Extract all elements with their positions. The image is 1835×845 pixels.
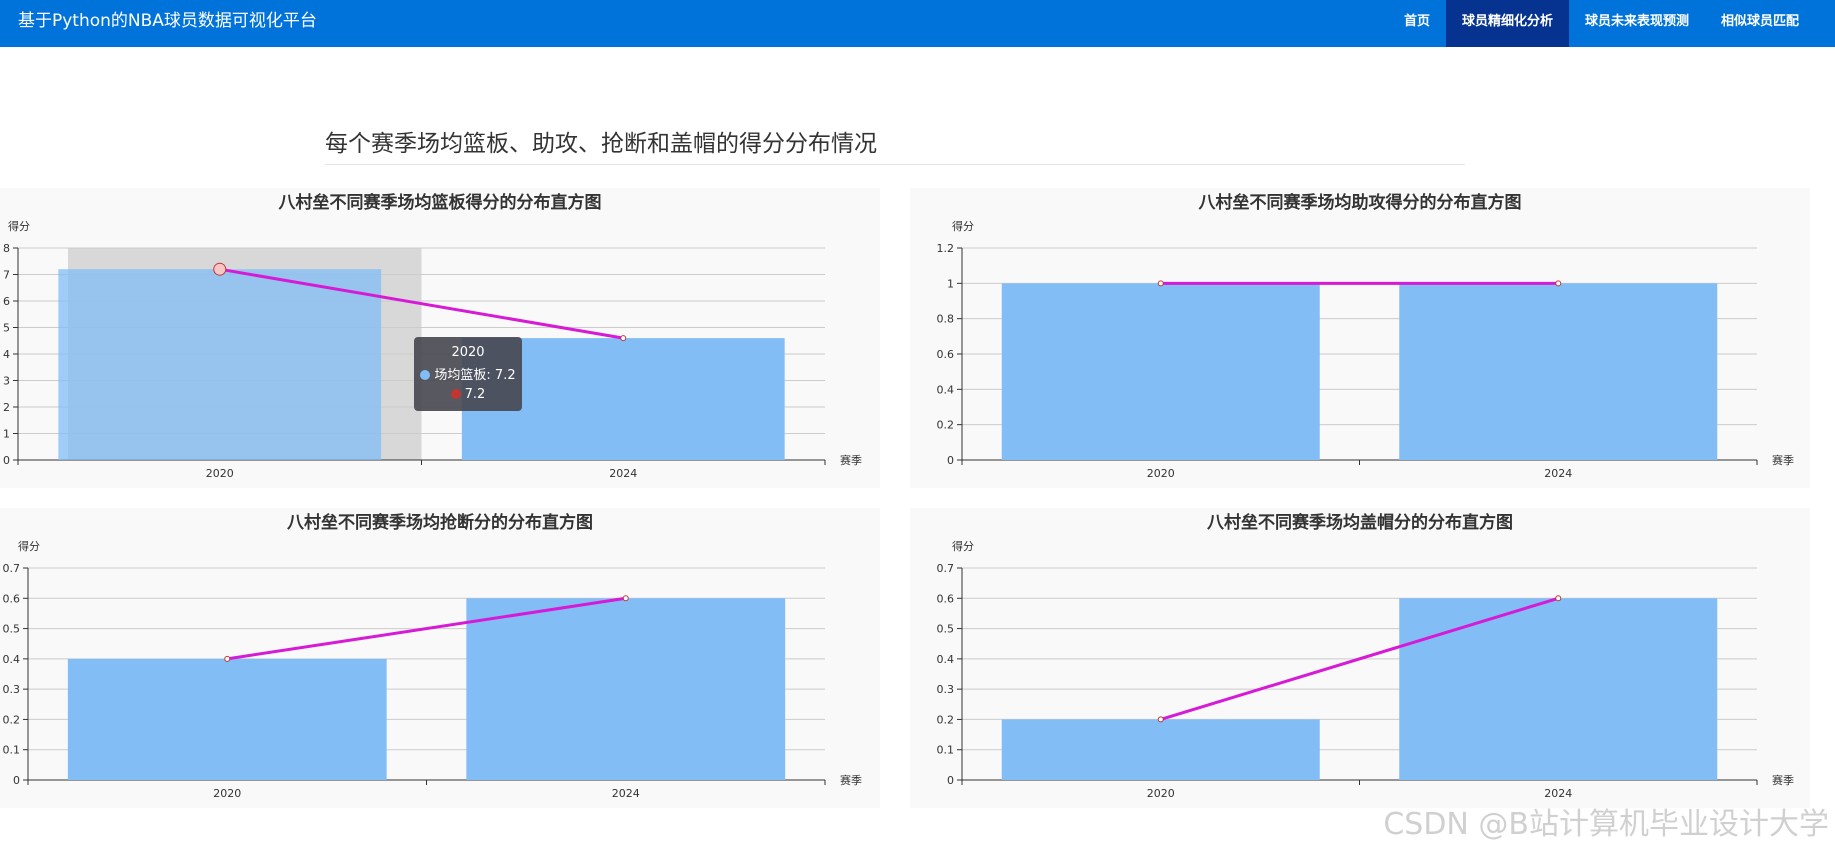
- x-tick-label: 2024: [1544, 467, 1572, 480]
- x-tick-label: 2020: [1147, 467, 1175, 480]
- y-tick-label: 0.3: [3, 683, 21, 696]
- y-tick-label: 0.6: [937, 592, 955, 605]
- tooltip-title: 2020: [451, 345, 485, 360]
- bar: [1399, 283, 1718, 460]
- y-tick-label: 0.4: [937, 383, 955, 396]
- y-tick-label: 7: [3, 269, 10, 282]
- chart-title: 八村垒不同赛季场均助攻得分的分布直方图: [1199, 192, 1522, 213]
- nav-player-analysis[interactable]: 球员精细化分析: [1445, 0, 1569, 47]
- bar: [67, 658, 387, 780]
- y-tick-label: 0.2: [937, 713, 955, 726]
- y-tick-label: 0.7: [937, 562, 955, 575]
- y-tick-label: 0: [947, 454, 954, 467]
- y-tick-label: 3: [3, 375, 10, 388]
- chart-svg: 八村垒不同赛季场均盖帽分的分布直方图得分 0 0.1 0.2 0.3 0.4 0.5 0.6 0…: [937, 512, 1795, 800]
- chart-title: 八村垒不同赛季场均盖帽分的分布直方图: [1207, 512, 1513, 533]
- steals-chart-panel: 八村垒不同赛季场均抢断分的分布直方图得分 0 0.1 0.2 0.3 0.4 0.5 0.6 0…: [0, 508, 880, 808]
- line-point: [213, 262, 227, 276]
- line-point: [224, 655, 231, 662]
- watermark: CSDN @B站计算机毕业设计大学: [1383, 807, 1829, 842]
- y-axis-label: 得分: [8, 220, 30, 233]
- y-tick-label: 0.6: [937, 348, 955, 361]
- y-tick-label: 0: [13, 774, 20, 787]
- y-tick-label: 8: [3, 242, 10, 255]
- y-tick-label: 0.4: [937, 653, 955, 666]
- y-tick-label: 0.5: [3, 623, 21, 636]
- x-axis-label: 赛季: [840, 773, 862, 787]
- line-point: [1555, 595, 1562, 602]
- y-tick-label: 5: [3, 322, 10, 335]
- line-point: [1157, 280, 1164, 287]
- nav-player-prediction[interactable]: 球员未来表现预测: [1569, 0, 1705, 47]
- y-tick-label: 0: [947, 774, 954, 787]
- blocks-chart-panel: 八村垒不同赛季场均盖帽分的分布直方图得分 0 0.1 0.2 0.3 0.4 0.5 0.6 0…: [910, 508, 1810, 808]
- line-point: [1555, 280, 1562, 287]
- bar: [1001, 283, 1320, 460]
- tooltip-pin-value: 7.2: [464, 387, 486, 402]
- y-axis-label: 得分: [952, 540, 974, 553]
- x-tick-label: 2020: [1147, 787, 1175, 800]
- y-tick-label: 0.7: [3, 562, 21, 575]
- y-tick-label: 0.4: [3, 653, 21, 666]
- y-tick-label: 0.5: [937, 623, 955, 636]
- y-tick-label: 0.2: [3, 713, 21, 726]
- chart-title: 八村垒不同赛季场均抢断分的分布直方图: [287, 512, 593, 533]
- y-tick-label: 4: [3, 348, 10, 361]
- x-axis-label: 赛季: [1772, 773, 1794, 787]
- y-tick-label: 2: [3, 401, 10, 414]
- y-tick-label: 0.2: [937, 419, 955, 432]
- chart-svg: 八村垒不同赛季场均抢断分的分布直方图得分 0 0.1 0.2 0.3 0.4 0.5 0.6 0…: [3, 512, 863, 800]
- x-tick-label: 2020: [213, 787, 241, 800]
- section-title: 每个赛季场均篮板、助攻、抢断和盖帽的得分分布情况: [325, 124, 1465, 165]
- tooltip-series-value: 场均篮板: 7.2: [434, 368, 516, 383]
- x-tick-label: 2020: [206, 467, 234, 480]
- chart-title: 八村垒不同赛季场均篮板得分的分布直方图: [279, 192, 602, 213]
- bar: [1001, 719, 1320, 780]
- y-tick-label: 6: [3, 295, 10, 308]
- app-title[interactable]: 基于Python的NBA球员数据可视化平台: [18, 0, 317, 47]
- line-point: [622, 595, 629, 602]
- y-tick-label: 1.2: [937, 242, 955, 255]
- top-navbar: 基于Python的NBA球员数据可视化平台 首页 球员精细化分析 球员未来表现预…: [0, 0, 1835, 47]
- y-tick-label: 1: [3, 428, 10, 441]
- pin-icon: [450, 389, 461, 399]
- chart-tooltip: 2020 场均篮板: 7.2 7.2: [414, 337, 522, 411]
- main-nav: 首页 球员精细化分析 球员未来表现预测 相似球员匹配: [1388, 0, 1815, 47]
- chart-svg: 八村垒不同赛季场均助攻得分的分布直方图得分 0 0.2 0.4 0.6 0.8 1 1.2 赛季…: [937, 192, 1795, 480]
- line-point: [620, 335, 627, 342]
- x-tick-label: 2024: [612, 787, 640, 800]
- y-tick-label: 0.6: [3, 592, 21, 605]
- y-tick-label: 0.1: [3, 744, 21, 757]
- line-point: [1157, 716, 1164, 723]
- y-axis-label: 得分: [18, 540, 40, 553]
- x-tick-label: 2024: [609, 467, 637, 480]
- y-axis-label: 得分: [952, 220, 974, 233]
- bar: [466, 598, 786, 780]
- nav-similar-players[interactable]: 相似球员匹配: [1705, 0, 1815, 47]
- x-axis-label: 赛季: [1772, 453, 1794, 467]
- y-tick-label: 0: [3, 454, 10, 467]
- bar: [58, 269, 382, 460]
- y-tick-label: 0.1: [937, 744, 955, 757]
- nav-home[interactable]: 首页: [1388, 0, 1446, 47]
- bar: [1399, 598, 1718, 780]
- y-tick-label: 0.3: [937, 683, 955, 696]
- x-axis-label: 赛季: [840, 453, 862, 467]
- series-dot-icon: [420, 370, 431, 380]
- y-tick-label: 0.8: [937, 313, 955, 326]
- assists-chart-panel: 八村垒不同赛季场均助攻得分的分布直方图得分 0 0.2 0.4 0.6 0.8 1 1.2 赛季…: [910, 188, 1810, 488]
- y-tick-label: 1: [947, 277, 954, 290]
